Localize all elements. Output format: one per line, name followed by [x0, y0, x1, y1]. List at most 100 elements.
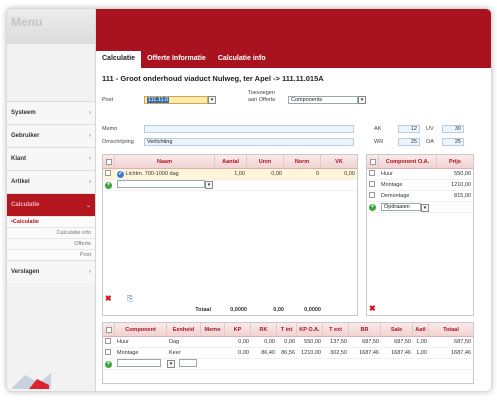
table-row[interactable]: Montage Keer 0,00 86,40 86,56 1210,00 30…	[103, 348, 473, 359]
sidebar-item-gebruiker[interactable]: Gebruiker ›	[7, 124, 95, 147]
wr-field[interactable]: 25	[398, 138, 420, 146]
brand-logo	[11, 373, 51, 389]
table-row[interactable]: Montage 1210,00	[367, 180, 473, 191]
omschrijving-label: Omschrijving	[102, 139, 134, 145]
tab-calculatie-info[interactable]: Calculatie info	[212, 51, 272, 68]
component-detail-select[interactable]	[117, 359, 161, 367]
component-select[interactable]: Opdraaien	[381, 203, 421, 211]
select-all-checkbox[interactable]	[105, 326, 112, 333]
add-icon[interactable]: +	[105, 181, 112, 189]
row-checkbox[interactable]	[369, 192, 375, 198]
main-content: 111 - Groot onderhoud viaduct Nulweg, te…	[96, 68, 491, 391]
components-dropdown-button[interactable]: ▾	[358, 96, 366, 104]
components-select[interactable]: Components	[288, 96, 358, 104]
eenheid-select[interactable]	[179, 359, 197, 367]
edit-icon[interactable]: ✓	[117, 170, 124, 178]
export-icon[interactable]: ⎘	[127, 294, 133, 304]
memo-label: Memo	[102, 126, 118, 132]
uv-field[interactable]: 30	[442, 125, 464, 133]
col-aatl[interactable]: Aatl	[413, 323, 429, 336]
col-br[interactable]: BR	[349, 323, 381, 336]
col-kp-oa[interactable]: KP O.A.	[297, 323, 323, 336]
app-window: Menu Systeem › Gebruiker › Klant › Artikel ›…	[6, 8, 492, 392]
sidebar-item-verslagen[interactable]: Verslagen ›	[7, 260, 95, 283]
col-prijs[interactable]: Prijs	[437, 155, 473, 168]
ak-label: AK	[374, 126, 382, 132]
new-row-dropdown-button[interactable]: ▾	[205, 181, 213, 189]
add-icon[interactable]: +	[369, 203, 376, 211]
table-row[interactable]: Huur Dag 0,00 0,00 0,00 550,00 137,50 68…	[103, 337, 473, 348]
col-vk[interactable]: VK	[321, 155, 357, 168]
ak-field[interactable]: 12	[398, 125, 420, 133]
select-all-checkbox[interactable]	[105, 158, 112, 165]
component-detail-dropdown-button[interactable]: ▾	[167, 360, 175, 368]
chevron-right-icon: ›	[89, 110, 91, 116]
chevron-down-icon: ⌄	[85, 202, 91, 209]
sidebar-subitem-calculatie[interactable]: •Calculatie	[7, 216, 95, 227]
component-oa-grid-header: Component O.A. Prijs	[367, 155, 473, 169]
col-totaal[interactable]: Totaal	[429, 323, 473, 336]
tab-bar: Calculatie Offerte Informatie Calculatie…	[96, 51, 491, 68]
memo-field[interactable]	[144, 125, 354, 133]
col-aantal[interactable]: Aantal	[215, 155, 247, 168]
omschrijving-field[interactable]: Verlichting	[144, 138, 354, 146]
sidebar-item-klant[interactable]: Klant ›	[7, 147, 95, 170]
col-norm[interactable]: Norm	[284, 155, 321, 168]
menu-header: Menu	[7, 9, 95, 44]
row-checkbox[interactable]	[105, 170, 111, 176]
row-checkbox[interactable]	[369, 170, 375, 176]
chevron-right-icon: ›	[89, 156, 91, 162]
sidebar-item-calculatie[interactable]: Calculatie ⌄	[7, 193, 95, 216]
chevron-right-icon: ›	[89, 133, 91, 139]
tab-offerte-informatie[interactable]: Offerte Informatie	[141, 51, 212, 68]
col-t-int[interactable]: T int	[277, 323, 297, 336]
sidebar-item-artikel[interactable]: Artikel ›	[7, 170, 95, 193]
delete-icon[interactable]: ✖	[105, 294, 112, 303]
oa-label: OA	[426, 139, 434, 145]
col-t-ext[interactable]: T ext	[323, 323, 349, 336]
select-all-checkbox[interactable]	[369, 158, 376, 165]
calculatie-grid: Naam Aantal Uren Norm VK ✓ Lichtm. 700-1…	[102, 154, 358, 316]
add-row: + ▾	[103, 359, 473, 370]
post-select[interactable]: 111.11.0	[144, 96, 208, 104]
sidebar-subitem-offerte[interactable]: Offerte	[7, 238, 95, 249]
col-eenheid[interactable]: Eenheid	[167, 323, 201, 336]
chevron-right-icon: ›	[89, 179, 91, 185]
table-row[interactable]: Demontage 815,00	[367, 191, 473, 202]
uv-label: UV	[426, 126, 434, 132]
oa-field[interactable]: 25	[442, 138, 464, 146]
calculatie-grid-footer: Totaal 0,0000 0,00 0,0000	[195, 307, 321, 313]
add-row: + ▾	[103, 180, 357, 191]
sidebar-subitem-calculatie-info[interactable]: Calculatie info	[7, 227, 95, 238]
post-label: Post	[102, 97, 114, 103]
add-icon[interactable]: +	[105, 360, 112, 368]
col-component[interactable]: Component	[115, 323, 167, 336]
wr-label: WR	[374, 139, 384, 145]
sidebar-subitem-post[interactable]: Post	[7, 249, 95, 260]
col-sale[interactable]: Sale	[381, 323, 413, 336]
delete-icon[interactable]: ✖	[369, 304, 376, 313]
component-oa-grid: Component O.A. Prijs Huur 550,00 Montage…	[366, 154, 474, 316]
component-dropdown-button[interactable]: ▾	[421, 204, 429, 212]
table-row[interactable]: Huur 550,00	[367, 169, 473, 180]
new-row-select[interactable]	[117, 180, 205, 188]
post-dropdown-button[interactable]: ▾	[208, 96, 216, 104]
calculatie-grid-header: Naam Aantal Uren Norm VK	[103, 155, 357, 169]
col-naam[interactable]: Naam	[115, 155, 215, 168]
tab-calculatie[interactable]: Calculatie	[96, 51, 142, 68]
toevoegen-label: Toevoegen	[248, 90, 275, 96]
row-checkbox[interactable]	[105, 349, 111, 355]
sidebar-item-systeem[interactable]: Systeem ›	[7, 101, 95, 124]
col-component-oa[interactable]: Component O.A.	[379, 155, 437, 168]
row-checkbox[interactable]	[105, 338, 111, 344]
page-title: 111 - Groot onderhoud viaduct Nulweg, te…	[102, 74, 324, 83]
col-rk[interactable]: RK	[251, 323, 277, 336]
chevron-right-icon: ›	[89, 269, 91, 275]
row-checkbox[interactable]	[369, 181, 375, 187]
table-row[interactable]: ✓ Lichtm. 700-1000 dag 1,00 0,00 0 0,00	[103, 169, 357, 180]
component-detail-grid: Component Eenheid Memo KP RK T int KP O.…	[102, 322, 474, 384]
sidebar: Menu Systeem › Gebruiker › Klant › Artikel ›…	[7, 9, 96, 391]
col-kp[interactable]: KP	[225, 323, 251, 336]
col-uren[interactable]: Uren	[247, 155, 284, 168]
col-memo[interactable]: Memo	[201, 323, 225, 336]
